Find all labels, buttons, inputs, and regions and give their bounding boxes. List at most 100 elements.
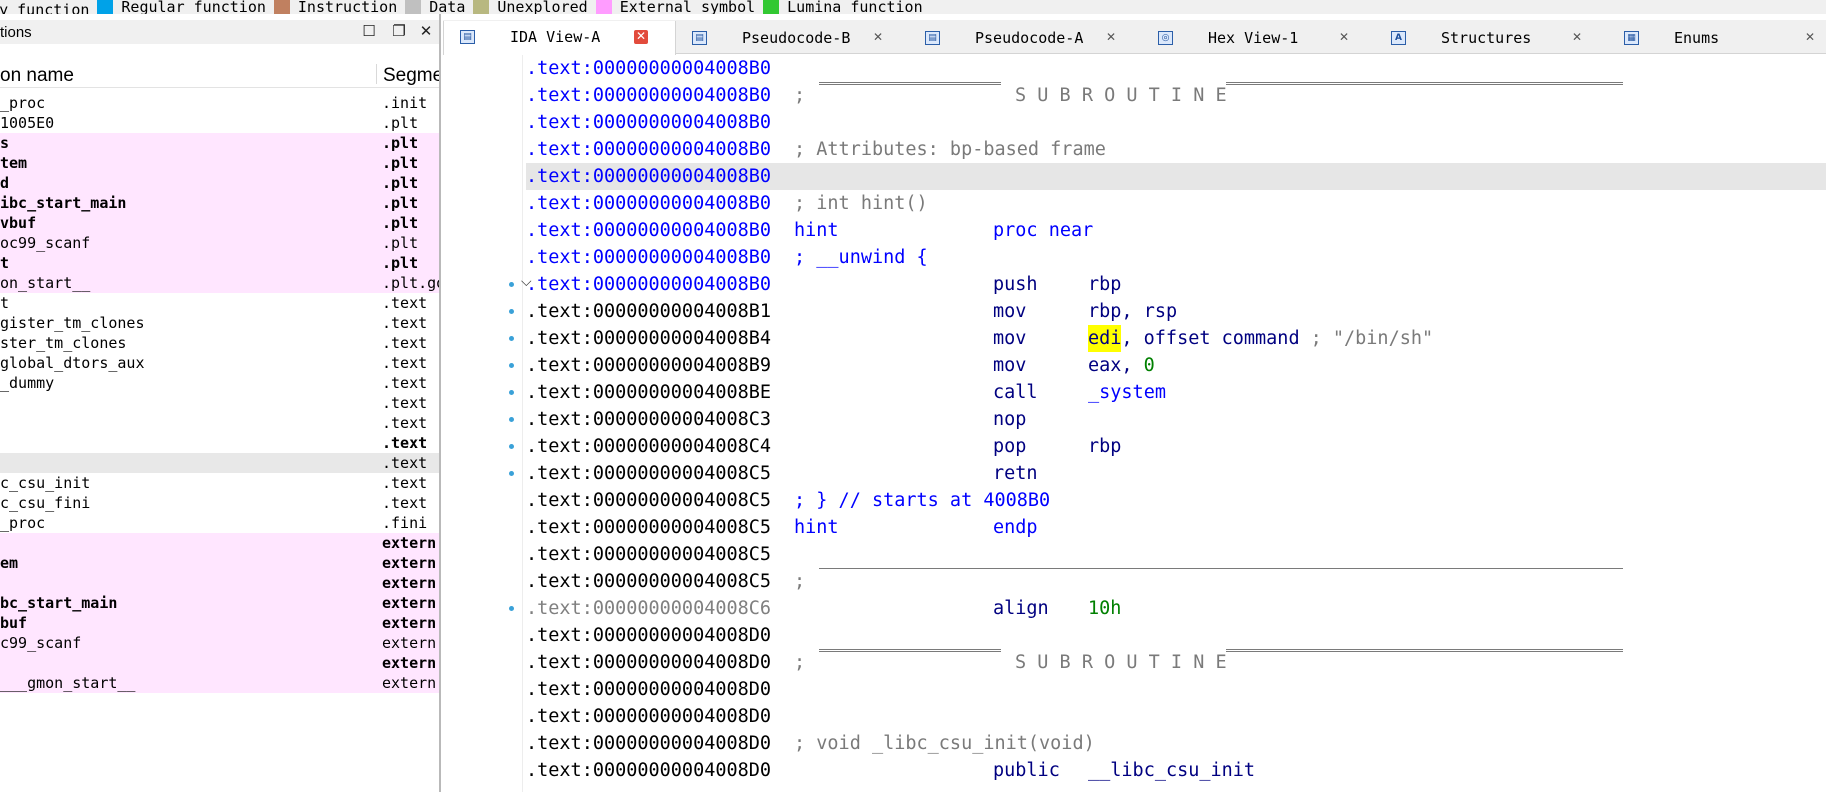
breakpoint-dot-icon[interactable] xyxy=(509,444,514,449)
tab-enums[interactable]: ▦ Enums ✕ xyxy=(1608,22,1826,54)
function-row[interactable]: d .plt xyxy=(0,173,439,193)
tab-bar: ▤ IDA View-A ✕ ▤ Pseudocode-B ✕ ▤ Pseudocode-A ✕… xyxy=(443,20,1826,55)
tab-pseudocode-b[interactable]: ▤ Pseudocode-B ✕ xyxy=(676,22,909,54)
tab-hex-view-1[interactable]: ◎ Hex View-1 ✕ xyxy=(1142,22,1375,54)
function-row[interactable]: .text xyxy=(0,393,439,413)
legend-label: rary function xyxy=(0,1,90,15)
tab-close-icon[interactable]: ✕ xyxy=(1803,31,1817,45)
breakpoint-dot-icon[interactable] xyxy=(509,417,514,422)
disasm-line[interactable]: .text:00000000004008C5 xyxy=(526,541,1826,568)
disasm-line[interactable]: .text:00000000004008B1 mov rbp, rsp xyxy=(526,298,1826,325)
tab-pseudocode-a[interactable]: ▤ Pseudocode-A ✕ xyxy=(909,22,1142,54)
disasm-line[interactable]: .text:00000000004008C4 pop rbp xyxy=(526,433,1826,460)
line-address: .text:00000000004008B0 xyxy=(526,166,772,187)
breakpoint-dot-icon[interactable] xyxy=(509,390,514,395)
disasm-line[interactable]: .text:00000000004008B0 xyxy=(526,109,1826,136)
function-row[interactable]: c_csu_init .text xyxy=(0,473,439,493)
disasm-line[interactable]: .text:00000000004008B4 mov edi, offset com… xyxy=(526,325,1826,352)
operand-highlighted[interactable]: edi xyxy=(1088,325,1122,352)
function-row[interactable]: c_csu_fini .text xyxy=(0,493,439,513)
function-row[interactable]: oc99_scanf .plt xyxy=(0,233,439,253)
function-row[interactable]: ___gmon_start__ extern xyxy=(0,673,439,693)
function-row[interactable]: extern xyxy=(0,653,439,673)
disasm-line[interactable]: .text:00000000004008BE call _system xyxy=(526,379,1826,406)
disasm-line[interactable]: .text:00000000004008D0 public __libc_csu_i… xyxy=(526,757,1826,784)
tab-close-icon[interactable]: ✕ xyxy=(1104,31,1118,45)
function-row[interactable]: _dummy .text xyxy=(0,373,439,393)
column-function-name[interactable]: on name xyxy=(0,65,74,87)
function-row[interactable]: buf extern xyxy=(0,613,439,633)
function-row[interactable]: em extern xyxy=(0,553,439,573)
disasm-line[interactable]: .text:00000000004008B0 ; __unwind { xyxy=(526,244,1826,271)
function-row[interactable]: .text xyxy=(0,433,439,453)
tab-close-icon[interactable]: ✕ xyxy=(634,30,648,44)
disasm-line[interactable]: .text:00000000004008B0 ; Attributes: bp-b… xyxy=(526,136,1826,163)
tab-close-icon[interactable]: ✕ xyxy=(871,31,885,45)
disasm-line[interactable]: .text:00000000004008B0 push rbp xyxy=(526,271,1826,298)
call-target[interactable]: _system xyxy=(1088,379,1166,406)
column-separator[interactable] xyxy=(376,64,377,84)
function-row[interactable]: extern xyxy=(0,533,439,553)
disasm-line[interactable]: .text:00000000004008D0 xyxy=(526,676,1826,703)
function-row[interactable]: t .text xyxy=(0,293,439,313)
ida-view-a-disassembly[interactable]: ⌵ .text:00000000004008B0 .text:0000000000… xyxy=(443,55,1826,792)
tab-structures[interactable]: A Structures ✕ xyxy=(1375,22,1608,54)
function-row[interactable]: on_start__ .plt.go xyxy=(0,273,439,293)
disasm-line[interactable]: .text:00000000004008C5 retn xyxy=(526,460,1826,487)
disasm-line[interactable]: .text:00000000004008D0 xyxy=(526,703,1826,730)
disasm-line[interactable]: .text:00000000004008C5 hint endp xyxy=(526,514,1826,541)
comment-semicolon: ; xyxy=(794,85,806,106)
disasm-line[interactable]: .text:00000000004008B0; S U B R O U T I N… xyxy=(526,82,1826,109)
disasm-line[interactable]: .text:00000000004008B0 hint proc near xyxy=(526,217,1826,244)
function-row[interactable]: .text xyxy=(0,453,439,473)
line-address: .text:00000000004008BE xyxy=(526,382,772,403)
function-row[interactable]: 1005E0 .plt xyxy=(0,113,439,133)
column-segment[interactable]: Segme xyxy=(383,65,439,87)
breakpoint-dot-icon[interactable] xyxy=(509,282,514,287)
disasm-line[interactable]: .text:00000000004008D0 xyxy=(526,622,1826,649)
function-row[interactable]: tem .plt xyxy=(0,153,439,173)
breakpoint-dot-icon[interactable] xyxy=(509,336,514,341)
function-row[interactable]: _proc .fini xyxy=(0,513,439,533)
tab-ida-view-a[interactable]: ▤ IDA View-A ✕ xyxy=(443,21,676,55)
close-icon[interactable]: ✕ xyxy=(418,23,434,39)
legend-item: Regular function xyxy=(89,0,266,14)
disasm-line[interactable]: .text:00000000004008C5 ; } // starts at 4… xyxy=(526,487,1826,514)
function-row[interactable]: c99_scanf extern xyxy=(0,633,439,653)
disasm-line[interactable]: .text:00000000004008D0 ; void _libc_csu_i… xyxy=(526,730,1826,757)
function-row[interactable]: t .plt xyxy=(0,253,439,273)
function-row[interactable]: global_dtors_aux .text xyxy=(0,353,439,373)
breakpoint-dot-icon[interactable] xyxy=(509,363,514,368)
function-row[interactable]: gister_tm_clones .text xyxy=(0,313,439,333)
function-name: em xyxy=(0,554,19,572)
function-row[interactable]: extern xyxy=(0,573,439,593)
restore-icon[interactable]: ❐ xyxy=(391,23,407,39)
breakpoint-dot-icon[interactable] xyxy=(509,471,514,476)
disasm-line[interactable]: .text:00000000004008B0 ; int hint() xyxy=(526,190,1826,217)
function-name: ibc_start_main xyxy=(0,194,127,212)
tab-close-icon[interactable]: ✕ xyxy=(1570,31,1584,45)
disasm-line[interactable]: .text:00000000004008C3 nop xyxy=(526,406,1826,433)
function-row[interactable]: .text xyxy=(0,413,439,433)
disasm-line[interactable]: .text:00000000004008C5; xyxy=(526,568,1826,595)
function-segment: extern xyxy=(382,554,437,572)
breakpoint-dot-icon[interactable] xyxy=(509,606,514,611)
function-row[interactable]: _proc .init xyxy=(0,93,439,113)
function-row[interactable]: s .plt xyxy=(0,133,439,153)
disasm-line[interactable]: .text:00000000004008B0 xyxy=(526,55,1826,82)
maximize-icon[interactable]: ☐ xyxy=(361,23,377,39)
hex-view-icon: ◎ xyxy=(1158,31,1173,45)
breakpoint-dot-icon[interactable] xyxy=(509,309,514,314)
line-comment: ; void _libc_csu_init(void) xyxy=(794,733,1095,754)
disasm-line[interactable]: .text:00000000004008C6 align 10h xyxy=(526,595,1826,622)
tab-close-icon[interactable]: ✕ xyxy=(1337,31,1351,45)
function-segment: .text xyxy=(382,454,428,472)
function-row[interactable]: bc_start_main extern xyxy=(0,593,439,613)
disasm-line[interactable]: .text:00000000004008B9 mov eax, 0 xyxy=(526,352,1826,379)
function-name: global_dtors_aux xyxy=(0,354,145,372)
function-row[interactable]: ster_tm_clones .text xyxy=(0,333,439,353)
disasm-line[interactable]: .text:00000000004008B0 xyxy=(526,163,1826,190)
disasm-line[interactable]: .text:00000000004008D0; S U B R O U T I N… xyxy=(526,649,1826,676)
function-row[interactable]: ibc_start_main .plt xyxy=(0,193,439,213)
function-row[interactable]: vbuf .plt xyxy=(0,213,439,233)
